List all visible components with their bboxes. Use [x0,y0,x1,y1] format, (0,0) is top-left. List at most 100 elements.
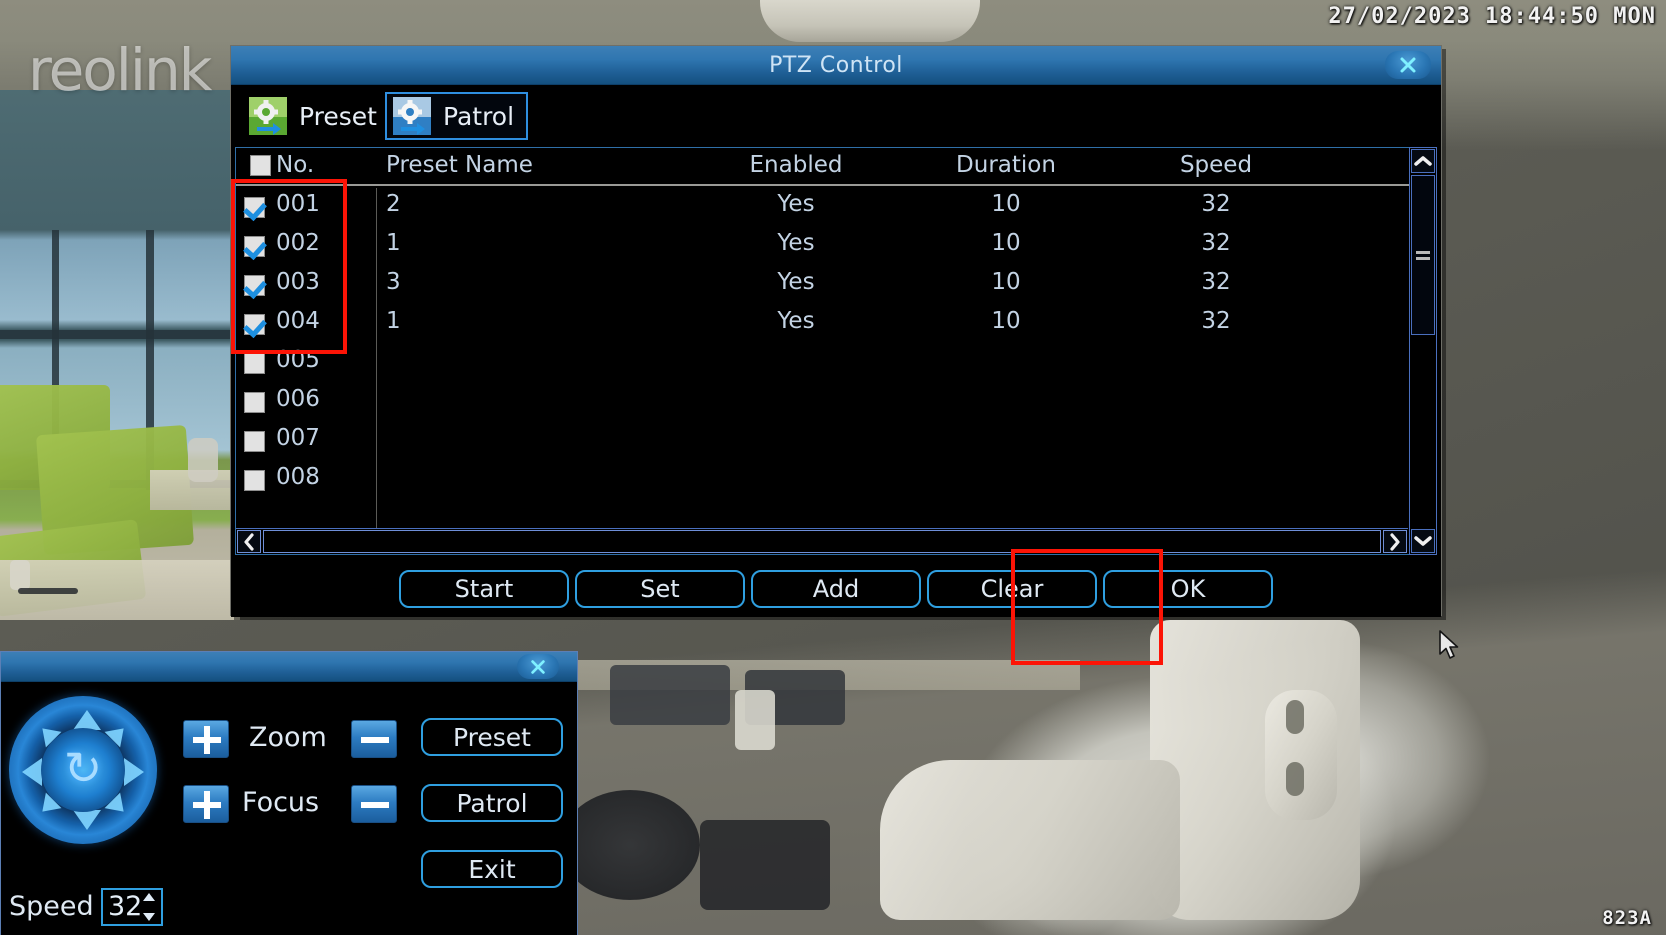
close-icon [1400,57,1416,73]
ptz-preset-button[interactable]: Preset [421,718,563,756]
window-mullion [0,330,240,339]
patrol-table: No. Preset Name Enabled Duration Speed 0… [235,147,1437,555]
chevron-right-icon [1390,532,1400,551]
header-duration: Duration [956,152,1056,178]
chevron-down-icon [1414,536,1432,546]
table-row[interactable]: 004 1 Yes 10 32 [236,305,1436,344]
ptz-exit-button[interactable]: Exit [421,850,563,888]
arrow-up-icon[interactable] [73,710,101,730]
row-preset-name: 2 [386,191,401,217]
speed-stepper[interactable] [141,891,158,923]
mount-hole [1286,700,1304,734]
arrow-down-icon[interactable] [73,810,101,830]
speed-input[interactable]: 32 [101,888,163,926]
row-speed: 32 [1201,269,1231,295]
scroll-right-button[interactable] [1383,530,1407,553]
select-all-checkbox[interactable] [250,155,271,176]
row-no: 007 [276,425,320,451]
row-preset-name: 3 [386,269,401,295]
dialog-body: Preset Patrol No. Preset Name Enabled Du… [231,85,1441,617]
table-row[interactable]: 001 2 Yes 10 32 [236,188,1436,227]
tab-preset[interactable]: Preset [243,92,389,140]
zoom-in-button[interactable] [183,720,229,758]
ptz-patrol-button[interactable]: Patrol [421,784,563,822]
minus-icon [361,802,389,808]
focus-label: Focus [242,787,320,818]
row-no: 005 [276,347,320,373]
vertical-scroll-thumb[interactable] [1411,175,1435,335]
chevron-left-icon [244,532,254,551]
scroll-up-button[interactable] [1411,149,1435,173]
ceiling-camera-device [760,0,980,42]
row-enabled: Yes [777,230,815,256]
row-duration: 10 [991,191,1021,217]
table-row[interactable]: 008 [236,461,1436,500]
office-equipment [700,820,830,910]
table-body: 001 2 Yes 10 32 002 1 Yes 10 32 003 3 Yes 10 32 004 1 Yes… [236,188,1436,554]
clear-button[interactable]: Clear [927,570,1097,608]
row-checkbox[interactable] [244,431,265,452]
row-checkbox[interactable] [244,197,265,218]
row-duration: 10 [991,269,1021,295]
scroll-left-button[interactable] [237,530,261,553]
header-speed: Speed [1179,152,1253,178]
tabstrip: Preset Patrol [239,89,1433,143]
row-checkbox[interactable] [244,275,265,296]
row-no: 002 [276,230,320,256]
stepper-up-icon[interactable] [143,893,155,901]
ok-button[interactable]: OK [1103,570,1273,608]
ptz-direction-pad[interactable]: ↻ [9,696,157,844]
zoom-out-button[interactable] [351,720,397,758]
table-row[interactable]: 007 [236,422,1436,461]
stepper-down-icon[interactable] [143,913,155,921]
row-speed: 32 [1201,191,1231,217]
zoom-label: Zoom [249,722,327,753]
row-checkbox[interactable] [244,353,265,374]
table-row[interactable]: 002 1 Yes 10 32 [236,227,1436,266]
scroll-down-button[interactable] [1411,529,1435,553]
table-row[interactable]: 003 3 Yes 10 32 [236,266,1436,305]
reolink-watermark: reolink [28,36,212,104]
add-button[interactable]: Add [751,570,921,608]
office-cable [18,588,78,594]
focus-out-button[interactable] [351,785,397,823]
plus-icon [204,726,210,754]
patrol-gear-arrow-icon [393,97,431,135]
ptz-panel-close-button[interactable] [517,654,559,679]
table-header-row: No. Preset Name Enabled Duration Speed [236,148,1436,186]
tab-patrol[interactable]: Patrol [385,92,529,140]
tab-patrol-label: Patrol [443,101,515,131]
set-button[interactable]: Set [575,570,745,608]
row-no: 001 [276,191,320,217]
ptz-panel-titlebar [1,652,577,682]
table-row[interactable]: 006 [236,383,1436,422]
row-speed: 32 [1201,308,1231,334]
chevron-up-icon [1414,156,1432,166]
horizontal-scroll-track[interactable] [263,530,1381,553]
row-checkbox[interactable] [244,314,265,335]
mount-hole [1286,762,1304,796]
focus-in-button[interactable] [183,785,229,823]
auto-rotate-icon: ↻ [63,742,103,794]
row-no: 004 [276,308,320,334]
table-row[interactable]: 005 [236,344,1436,383]
vertical-scrollbar[interactable] [1409,147,1437,555]
dialog-close-button[interactable] [1385,51,1431,79]
start-button[interactable]: Start [399,570,569,608]
horizontal-scrollbar[interactable] [236,528,1408,554]
camera-housing [880,760,1180,920]
row-preset-name: 1 [386,230,401,256]
arrow-right-icon[interactable] [124,758,144,786]
osd-timestamp: 27/02/2023 18:44:50 MON [1328,4,1656,29]
osd-channel-id: 823A [1602,907,1652,929]
row-checkbox[interactable] [244,236,265,257]
row-preset-name: 1 [386,308,401,334]
row-checkbox[interactable] [244,392,265,413]
row-enabled: Yes [777,308,815,334]
row-checkbox[interactable] [244,470,265,491]
office-equipment [735,690,775,750]
row-duration: 10 [991,308,1021,334]
arrow-left-icon[interactable] [22,758,42,786]
dialog-titlebar: PTZ Control [231,46,1441,85]
preset-gear-arrow-icon [249,97,287,135]
